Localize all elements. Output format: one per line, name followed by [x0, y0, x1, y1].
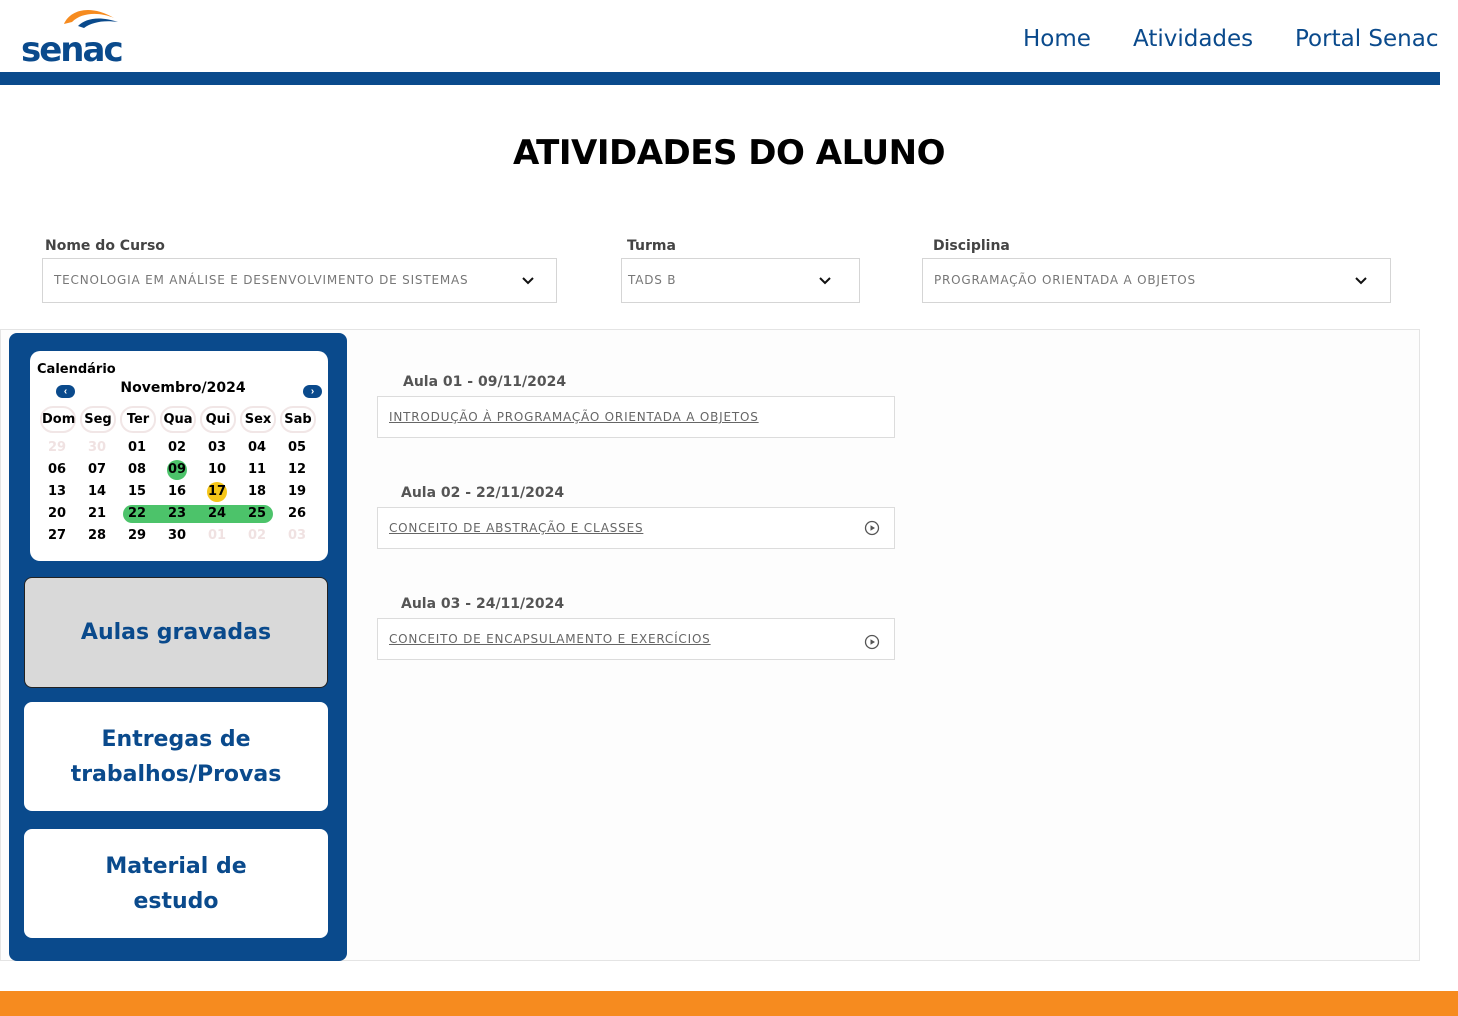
calendar-day[interactable]: 29 [40, 438, 74, 458]
calendar-day[interactable]: 27 [40, 526, 74, 546]
aulas-gravadas-button[interactable]: Aulas gravadas [24, 577, 328, 688]
calendar-day[interactable]: 12 [280, 460, 314, 480]
calendar-day[interactable]: 25 [240, 504, 274, 524]
site-footer [0, 991, 1458, 1016]
turma-select[interactable]: TADS B [621, 258, 860, 303]
material-button[interactable]: Material de estudo [24, 829, 328, 938]
lesson-heading: Aula 01 - 09/11/2024 [403, 374, 567, 390]
calendar-day[interactable]: 02 [160, 438, 194, 458]
entregas-button[interactable]: Entregas de trabalhos/Provas [24, 702, 328, 811]
lesson-item: CONCEITO DE ABSTRAÇÃO E CLASSES [377, 507, 895, 549]
calendar-day[interactable]: 02 [240, 526, 274, 546]
weekday-label: Sex [240, 406, 276, 433]
chevron-down-icon [819, 277, 831, 285]
calendar-day[interactable]: 17 [200, 482, 234, 502]
turma-label: Turma [627, 238, 676, 254]
calendar-day[interactable]: 05 [280, 438, 314, 458]
calendar-day[interactable]: 30 [80, 438, 114, 458]
nav-home[interactable]: Home [1023, 26, 1091, 52]
calendar-day[interactable]: 23 [160, 504, 194, 524]
lesson-link[interactable]: CONCEITO DE ENCAPSULAMENTO E EXERCÍCIOS [389, 632, 711, 646]
calendar-day[interactable]: 03 [200, 438, 234, 458]
calendar-day[interactable]: 21 [80, 504, 114, 524]
header-divider [0, 72, 1440, 85]
next-month-icon[interactable]: › [303, 385, 322, 398]
calendar-day[interactable]: 29 [120, 526, 154, 546]
play-icon[interactable] [864, 520, 880, 536]
chevron-down-icon [1355, 277, 1367, 285]
curso-label: Nome do Curso [45, 238, 165, 254]
material-label-line1: Material de [105, 853, 247, 879]
chevron-down-icon [522, 277, 534, 285]
calendar-day[interactable]: 28 [80, 526, 114, 546]
nav-portal-senac[interactable]: Portal Senac [1295, 26, 1438, 52]
disciplina-select[interactable]: PROGRAMAÇÃO ORIENTADA A OBJETOS [922, 258, 1391, 303]
calendar-day[interactable]: 24 [200, 504, 234, 524]
senac-logo[interactable]: senac [20, 4, 130, 70]
calendar-day[interactable]: 16 [160, 482, 194, 502]
calendar-day[interactable]: 15 [120, 482, 154, 502]
material-label-line2: estudo [133, 888, 219, 914]
page-title: ATIVIDADES DO ALUNO [513, 133, 946, 173]
disciplina-value: PROGRAMAÇÃO ORIENTADA A OBJETOS [934, 273, 1196, 287]
lesson-link[interactable]: INTRODUÇÃO À PROGRAMAÇÃO ORIENTADA A OBJ… [389, 410, 759, 424]
calendar-day[interactable]: 14 [80, 482, 114, 502]
lesson-link[interactable]: CONCEITO DE ABSTRAÇÃO E CLASSES [389, 521, 643, 535]
calendar-day[interactable]: 13 [40, 482, 74, 502]
calendar-day[interactable]: 26 [280, 504, 314, 524]
calendar-day[interactable]: 06 [40, 460, 74, 480]
nav-atividades[interactable]: Atividades [1133, 26, 1253, 52]
lesson-heading: Aula 03 - 24/11/2024 [401, 596, 565, 612]
calendar-day[interactable]: 01 [200, 526, 234, 546]
logo-text: senac [21, 30, 124, 70]
calendar-day[interactable]: 03 [280, 526, 314, 546]
curso-value: TECNOLOGIA EM ANÁLISE E DESENVOLVIMENTO … [54, 273, 469, 287]
weekday-label: Qua [160, 406, 196, 433]
entregas-label-line1: Entregas de [101, 726, 251, 752]
calendar-month: Novembro/2024 [120, 380, 246, 396]
turma-value: TADS B [628, 273, 677, 287]
curso-select[interactable]: TECNOLOGIA EM ANÁLISE E DESENVOLVIMENTO … [42, 258, 557, 303]
play-icon[interactable] [864, 634, 880, 650]
entregas-label-line2: trabalhos/Provas [70, 761, 282, 787]
lesson-heading: Aula 02 - 22/11/2024 [401, 485, 565, 501]
calendar-day[interactable]: 22 [120, 504, 154, 524]
calendar-day[interactable]: 04 [240, 438, 274, 458]
calendar-day[interactable]: 18 [240, 482, 274, 502]
weekday-label: Qui [200, 406, 236, 433]
prev-month-icon[interactable]: ‹ [56, 385, 75, 398]
calendar-day[interactable]: 19 [280, 482, 314, 502]
calendar-day[interactable]: 11 [240, 460, 274, 480]
calendar: Calendário Novembro/2024 ‹ › Dom Seg Ter Qu… [30, 351, 328, 561]
weekday-label: Dom [40, 406, 76, 433]
disciplina-label: Disciplina [933, 238, 1010, 254]
weekday-label: Ter [120, 406, 156, 433]
calendar-day[interactable]: 09 [160, 460, 194, 480]
calendar-title: Calendário [37, 362, 116, 377]
calendar-day[interactable]: 10 [200, 460, 234, 480]
lesson-item: INTRODUÇÃO À PROGRAMAÇÃO ORIENTADA A OBJ… [377, 396, 895, 438]
weekday-label: Seg [80, 406, 116, 433]
calendar-day[interactable]: 07 [80, 460, 114, 480]
calendar-day[interactable]: 20 [40, 504, 74, 524]
calendar-day[interactable]: 30 [160, 526, 194, 546]
weekday-label: Sab [280, 406, 316, 433]
aulas-gravadas-label: Aulas gravadas [80, 620, 272, 645]
calendar-day[interactable]: 01 [120, 438, 154, 458]
lesson-item: CONCEITO DE ENCAPSULAMENTO E EXERCÍCIOS [377, 618, 895, 660]
calendar-day[interactable]: 08 [120, 460, 154, 480]
